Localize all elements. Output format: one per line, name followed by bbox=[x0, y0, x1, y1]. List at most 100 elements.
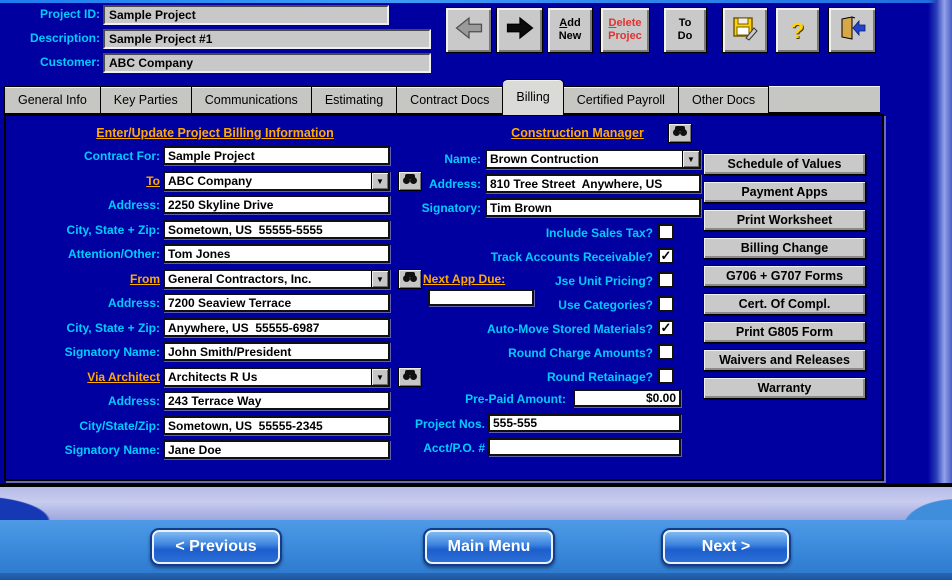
delete-project-line1: Delete bbox=[608, 17, 642, 29]
round-retainage-checkbox[interactable] bbox=[658, 368, 674, 384]
previous-record-button[interactable] bbox=[445, 7, 492, 53]
architect-address-input[interactable] bbox=[163, 391, 390, 410]
project-id-label: Project ID: bbox=[39, 7, 100, 21]
print-g805-form-button[interactable]: Print G805 Form bbox=[703, 321, 866, 343]
contract-for-label: Contract For: bbox=[84, 149, 160, 163]
use-unit-pricing-label: Jse Unit Pricing? bbox=[554, 274, 653, 288]
cm-address-input[interactable] bbox=[485, 174, 701, 193]
add-new-line2: New bbox=[558, 30, 582, 42]
billing-section-heading: Enter/Update Project Billing Information bbox=[96, 126, 334, 140]
project-id-field[interactable] bbox=[103, 5, 389, 25]
tab-key-parties[interactable]: Key Parties bbox=[100, 86, 192, 114]
use-categories-checkbox[interactable] bbox=[658, 296, 674, 312]
track-accounts-receivable-checkbox[interactable]: ✓ bbox=[658, 248, 674, 264]
include-sales-tax-label: Include Sales Tax? bbox=[545, 226, 653, 240]
tab-billing[interactable]: Billing bbox=[503, 79, 564, 115]
from-address-input[interactable] bbox=[163, 293, 390, 312]
to-do-line2: Do bbox=[677, 30, 693, 42]
delete-project-button[interactable]: Delete Projec bbox=[600, 7, 650, 53]
from-lookup-button[interactable] bbox=[398, 269, 422, 289]
description-field[interactable] bbox=[103, 29, 431, 49]
waivers-and-releases-button[interactable]: Waivers and Releases bbox=[703, 349, 866, 371]
cert-of-compl-button[interactable]: Cert. Of Compl. bbox=[703, 293, 866, 315]
project-nos-input[interactable] bbox=[488, 414, 681, 432]
auto-move-stored-materials-checkbox[interactable]: ✓ bbox=[658, 320, 674, 336]
from-city-state-zip-input[interactable] bbox=[163, 318, 390, 337]
pre-paid-amount-input[interactable] bbox=[573, 389, 681, 407]
from-signatory-name-input[interactable] bbox=[163, 342, 390, 361]
add-new-button[interactable]: Add New bbox=[547, 7, 593, 53]
main-menu-button[interactable]: Main Menu bbox=[423, 528, 555, 566]
schedule-of-values-button[interactable]: Schedule of Values bbox=[703, 153, 866, 175]
warranty-button[interactable]: Warranty bbox=[703, 377, 866, 399]
pre-paid-amount-label: Pre-Paid Amount: bbox=[465, 392, 566, 406]
construction-manager-heading: Construction Manager bbox=[511, 126, 644, 140]
from-combo-input[interactable] bbox=[165, 271, 371, 287]
save-button[interactable] bbox=[722, 7, 768, 53]
tab-contract-docs[interactable]: Contract Docs bbox=[397, 86, 504, 114]
tab-general-info[interactable]: General Info bbox=[4, 86, 101, 114]
tab-communications[interactable]: Communications bbox=[191, 86, 312, 114]
round-charge-amounts-checkbox[interactable] bbox=[658, 344, 674, 360]
to-city-state-zip-input[interactable] bbox=[163, 220, 390, 239]
architect-signatory-name-input[interactable] bbox=[163, 440, 390, 459]
round-retainage-label: Round Retainage? bbox=[546, 370, 653, 384]
cm-name-combo[interactable]: ▼ bbox=[485, 149, 701, 169]
save-icon bbox=[732, 15, 758, 45]
to-link-label[interactable]: To bbox=[10, 174, 160, 188]
delete-project-line2: Projec bbox=[608, 30, 642, 42]
tab-certified-payroll[interactable]: Certified Payroll bbox=[563, 86, 679, 114]
next-record-button[interactable] bbox=[496, 7, 543, 53]
footer-bottom-strip bbox=[0, 573, 952, 580]
to-do-line1: To bbox=[678, 17, 692, 29]
to-do-button[interactable]: To Do bbox=[663, 7, 707, 53]
help-button[interactable]: ? bbox=[775, 7, 820, 53]
attention-other-input[interactable] bbox=[163, 244, 390, 263]
cm-signatory-input[interactable] bbox=[485, 198, 701, 217]
right-edge-decoration bbox=[928, 0, 952, 487]
via-architect-combo-input[interactable] bbox=[165, 369, 371, 385]
forward-arrow-icon bbox=[505, 14, 535, 46]
exit-door-icon bbox=[838, 15, 866, 45]
construction-manager-lookup-button[interactable] bbox=[668, 123, 692, 143]
billing-change-button[interactable]: Billing Change bbox=[703, 237, 866, 259]
add-new-line1: Add bbox=[559, 17, 581, 29]
acct-po-input[interactable] bbox=[488, 438, 681, 456]
footer-curve-decoration bbox=[862, 487, 952, 520]
payment-apps-button[interactable]: Payment Apps bbox=[703, 181, 866, 203]
dropdown-arrow-icon[interactable]: ▼ bbox=[371, 271, 388, 287]
print-worksheet-button[interactable]: Print Worksheet bbox=[703, 209, 866, 231]
g706-g707-forms-button[interactable]: G706 + G707 Forms bbox=[703, 265, 866, 287]
to-combo[interactable]: ▼ bbox=[163, 171, 390, 191]
architect-lookup-button[interactable] bbox=[398, 367, 422, 387]
include-sales-tax-checkbox[interactable] bbox=[658, 224, 674, 240]
footer-wave-decoration bbox=[0, 487, 140, 520]
cm-address-label: Address: bbox=[428, 177, 481, 191]
app-window: Project ID: Description: Customer: Add N… bbox=[0, 0, 952, 580]
cm-name-combo-input[interactable] bbox=[487, 151, 682, 167]
exit-button[interactable] bbox=[828, 7, 876, 53]
to-address-input[interactable] bbox=[163, 195, 390, 214]
architect-city-state-zip-label: City/State/Zip: bbox=[79, 419, 160, 433]
next-page-button[interactable]: Next > bbox=[661, 528, 791, 566]
dropdown-arrow-icon[interactable]: ▼ bbox=[371, 369, 388, 385]
architect-address-label: Address: bbox=[107, 394, 160, 408]
architect-signatory-name-label: Signatory Name: bbox=[64, 443, 160, 457]
tab-estimating[interactable]: Estimating bbox=[311, 86, 398, 114]
dropdown-arrow-icon[interactable]: ▼ bbox=[682, 151, 699, 167]
contract-for-input[interactable] bbox=[163, 146, 390, 165]
previous-page-button[interactable]: < Previous bbox=[150, 528, 282, 566]
via-architect-link-label[interactable]: Via Architect bbox=[10, 370, 160, 384]
round-charge-amounts-label: Round Charge Amounts? bbox=[508, 346, 653, 360]
cm-name-label: Name: bbox=[444, 152, 481, 166]
use-unit-pricing-checkbox[interactable] bbox=[658, 272, 674, 288]
customer-field[interactable] bbox=[103, 53, 431, 73]
from-link-label[interactable]: From bbox=[10, 272, 160, 286]
use-categories-label: Use Categories? bbox=[558, 298, 653, 312]
architect-city-state-zip-input[interactable] bbox=[163, 416, 390, 435]
cm-signatory-label: Signatory: bbox=[421, 201, 481, 215]
tab-other-docs[interactable]: Other Docs bbox=[678, 86, 770, 114]
to-combo-input[interactable] bbox=[165, 173, 371, 189]
from-combo[interactable]: ▼ bbox=[163, 269, 390, 289]
via-architect-combo[interactable]: ▼ bbox=[163, 367, 390, 387]
